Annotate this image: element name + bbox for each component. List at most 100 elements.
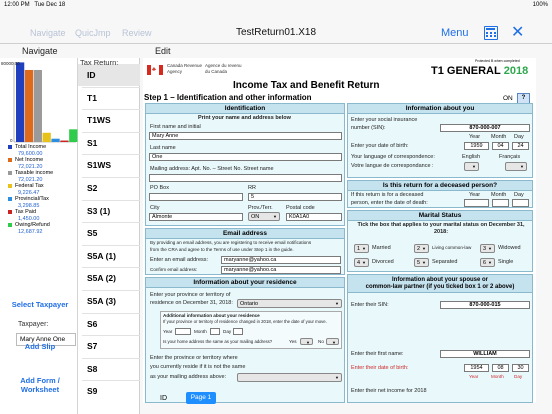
- marital-divorced-select[interactable]: 4: [354, 258, 369, 267]
- spouse-dob-year-input[interactable]: 1954: [464, 364, 489, 372]
- rr-input[interactable]: 5: [248, 193, 342, 201]
- spouse-first-name-input[interactable]: WILLIAM: [440, 350, 530, 358]
- menu-button[interactable]: Menu: [441, 27, 469, 39]
- tax-item-divider: [82, 335, 140, 337]
- form-page: ♣ Canada Revenue Agency Agence du revenu d…: [143, 58, 536, 403]
- home-same-yes[interactable]: [300, 338, 313, 347]
- postal-code-input[interactable]: K0A1A0: [286, 213, 342, 221]
- tax-item-s6[interactable]: S6: [78, 313, 140, 335]
- lang-french-select[interactable]: [505, 162, 527, 171]
- death-year-input[interactable]: [464, 199, 489, 207]
- y-tick-bottom: 0: [10, 138, 13, 143]
- legend-label: Total Income: [15, 144, 47, 150]
- spouse-dob-month-input[interactable]: 08: [492, 364, 509, 372]
- tax-item-divider: [82, 177, 140, 178]
- tax-item-s5[interactable]: S5: [78, 222, 140, 244]
- legend-label: Tax Paid: [15, 209, 37, 215]
- mailing-address-input[interactable]: [149, 174, 342, 182]
- tax-item-s5a-2[interactable]: S5A (2): [78, 267, 140, 289]
- select-taxpayer-button[interactable]: Select Taxpayer: [4, 300, 76, 309]
- bar-federal-tax: [42, 132, 51, 142]
- about-you-section: Information about you Enter your social …: [347, 103, 533, 178]
- legend-label: Owing/Refund: [15, 222, 50, 228]
- add-form-button[interactable]: Add Form / Worksheet: [4, 376, 76, 394]
- id-tab[interactable]: ID: [160, 395, 167, 402]
- legend-label: Taxable income: [15, 170, 54, 176]
- step-heading: Step 1 – Identification and other inform…: [144, 93, 312, 102]
- taxpayer-label: Taxpayer:: [18, 321, 49, 328]
- tax-item-t1ws[interactable]: T1WS: [78, 109, 140, 131]
- dob-day-input[interactable]: 24: [512, 142, 529, 150]
- move-year-input[interactable]: [175, 328, 191, 335]
- about-you-header: Information about you: [348, 104, 532, 114]
- legend-value: 12,687.92: [18, 228, 43, 235]
- death-month-input[interactable]: [492, 199, 509, 207]
- additional-info-box: Additional information about your reside…: [160, 311, 342, 349]
- tax-item-divider: [82, 312, 140, 314]
- marital-single-select[interactable]: 6: [480, 258, 495, 267]
- tax-item-divider: [82, 244, 140, 246]
- bar-tax-paid: [60, 140, 69, 142]
- marital-section: Marital Status Tick the box that applies…: [347, 210, 533, 272]
- tax-return-list: ID T1 T1WS S1 S1WS S2 S3 (1) S5 S5A (1) S5A (2) S5…: [78, 58, 140, 414]
- identification-header: Identification: [146, 104, 344, 114]
- marital-married-select[interactable]: 1: [354, 244, 369, 253]
- move-day-input[interactable]: [233, 328, 243, 335]
- marital-widowed-select[interactable]: 3: [480, 244, 495, 253]
- tax-item-divider: [82, 267, 140, 269]
- dob-month-input[interactable]: 04: [492, 142, 509, 150]
- calculator-icon[interactable]: [484, 26, 498, 40]
- tax-item-s8[interactable]: S8: [78, 358, 140, 380]
- tax-item-s2[interactable]: S2: [78, 177, 140, 199]
- tax-item-divider: [82, 290, 140, 291]
- tax-item-divider: [82, 357, 140, 359]
- close-icon[interactable]: ✕: [511, 22, 524, 42]
- last-name-input[interactable]: One: [149, 153, 342, 161]
- battery-indicator: 100%: [532, 2, 548, 8]
- residence-province-select[interactable]: Ontario: [237, 299, 342, 308]
- tax-item-divider: [82, 154, 140, 156]
- marital-commonlaw-select[interactable]: 2: [414, 244, 429, 253]
- home-same-no[interactable]: [326, 338, 339, 347]
- email-section: Email address By providing an email addr…: [145, 228, 345, 275]
- current-residence-select[interactable]: [237, 373, 342, 382]
- tax-item-id[interactable]: ID: [78, 64, 140, 86]
- agency-en: Canada Revenue Agency: [167, 63, 203, 74]
- spouse-dob-day-input[interactable]: 30: [512, 364, 529, 372]
- province-code: ON: [503, 95, 513, 102]
- move-month-input[interactable]: [210, 328, 220, 335]
- form-title: Income Tax and Benefit Return: [233, 80, 380, 91]
- city-input[interactable]: Almonte: [149, 213, 243, 221]
- page-1-tab[interactable]: Page 1: [186, 392, 216, 404]
- tax-item-s5a-3[interactable]: S5A (3): [78, 290, 140, 312]
- status-date: Tue Dec 18: [34, 2, 66, 8]
- email-input[interactable]: maryanne@yahoo.ca: [221, 256, 341, 264]
- navigate-header: Navigate: [22, 46, 58, 56]
- tax-item-s1ws[interactable]: S1WS: [78, 154, 140, 176]
- death-day-input[interactable]: [512, 199, 529, 207]
- dob-year-input[interactable]: 1959: [464, 142, 489, 150]
- sin-input[interactable]: 870-000-007: [440, 124, 530, 132]
- spouse-sin-input[interactable]: 870-000-015: [440, 301, 530, 309]
- add-slip-button[interactable]: Add Slip: [4, 342, 76, 351]
- tax-item-s1[interactable]: S1: [78, 132, 140, 154]
- province-select[interactable]: ON: [248, 212, 280, 221]
- legend-swatch: [8, 144, 12, 149]
- bar-provincial-tax: [51, 138, 60, 142]
- tax-item-s5a-1[interactable]: S5A (1): [78, 245, 140, 267]
- tax-item-s3-1[interactable]: S3 (1): [78, 200, 140, 222]
- deceased-header: Is this return for a deceased person?: [348, 181, 532, 191]
- tax-item-s7[interactable]: S7: [78, 335, 140, 357]
- confirm-email-input[interactable]: maryanne@yahoo.ca: [221, 266, 341, 274]
- window-title: TestReturn01.X18: [235, 27, 317, 38]
- marital-separated-select[interactable]: 5: [414, 258, 429, 267]
- lang-english-select[interactable]: [464, 162, 479, 171]
- chart-legend: Total Income 79,600.00 Net Income 72,021.20…: [8, 144, 74, 235]
- tax-item-s9[interactable]: S9: [78, 380, 140, 402]
- app-root: 12:00 PM Tue Dec 18 100% Navigate QuicJm…: [0, 0, 552, 414]
- marital-header: Marital Status: [348, 211, 532, 221]
- first-name-input[interactable]: Mary Anne: [149, 132, 342, 140]
- tax-item-t1[interactable]: T1: [78, 87, 140, 109]
- po-box-input[interactable]: [149, 193, 243, 201]
- legend-swatch: [8, 157, 12, 162]
